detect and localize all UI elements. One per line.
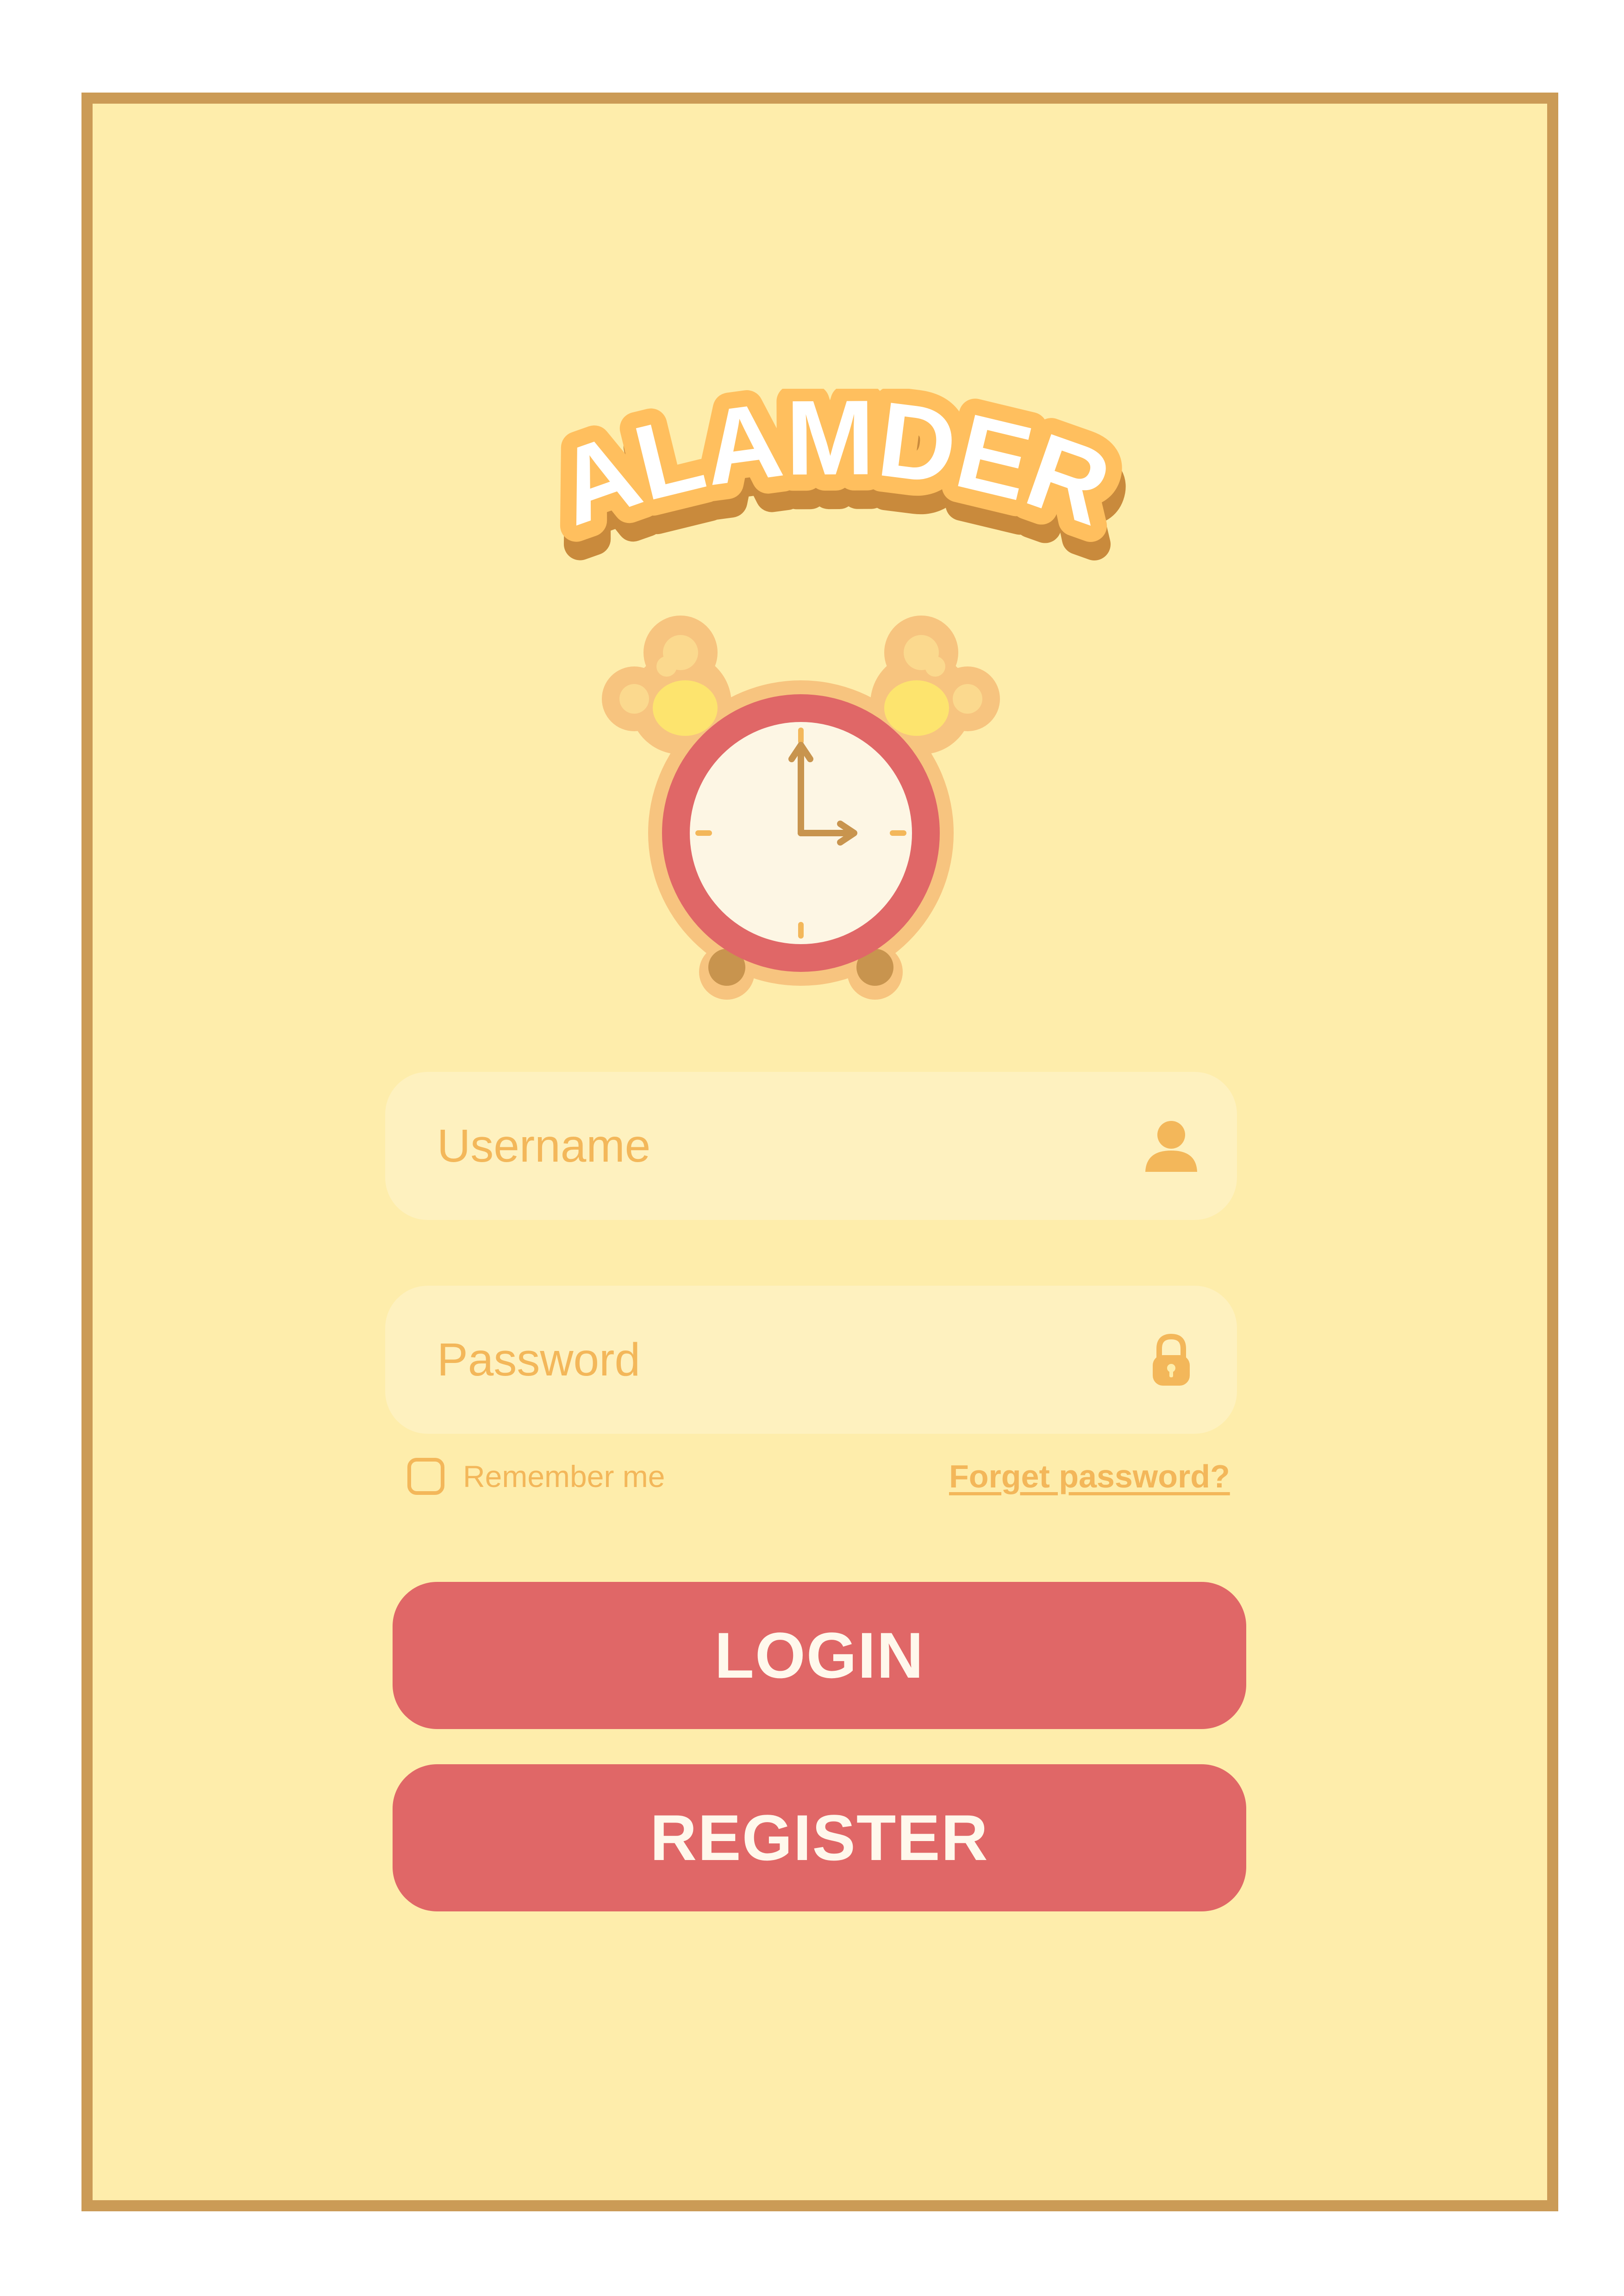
lock-icon (1153, 1333, 1190, 1386)
alarm-clock-icon (602, 616, 1000, 1000)
password-placeholder: Password (437, 1333, 641, 1386)
remember-label: Remember me (463, 1459, 665, 1493)
username-field[interactable]: Username (385, 1072, 1237, 1220)
logo-text: ALAMDER (542, 389, 1124, 548)
forgot-password-link[interactable]: Forget password? (949, 1458, 1230, 1495)
user-icon (1145, 1121, 1197, 1172)
remember-checkbox[interactable] (407, 1458, 444, 1495)
username-placeholder: Username (437, 1120, 651, 1172)
svg-text:ALAMDER: ALAMDER (542, 389, 1124, 548)
remember-me[interactable]: Remember me (407, 1458, 665, 1495)
register-button[interactable]: REGISTER (393, 1764, 1246, 1911)
login-button[interactable]: LOGIN (393, 1582, 1246, 1729)
password-field[interactable]: Password (385, 1286, 1237, 1434)
